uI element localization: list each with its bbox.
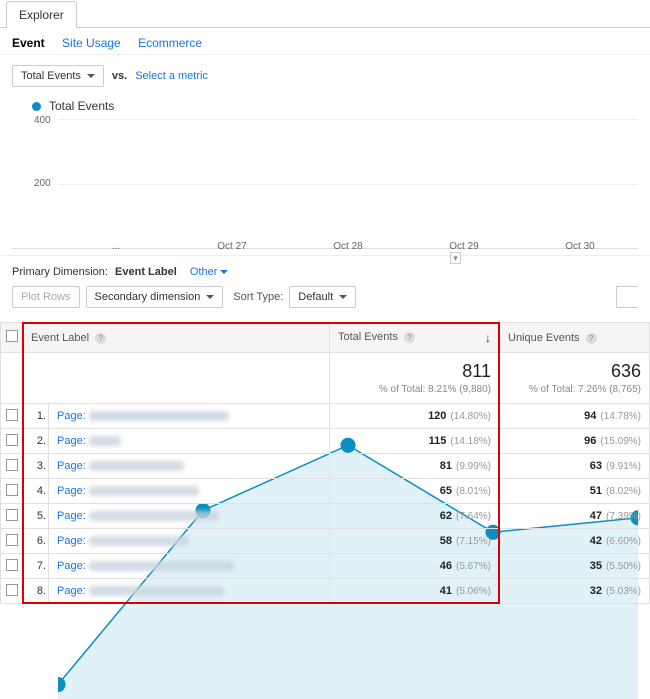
chevron-down-icon bbox=[87, 74, 95, 78]
help-icon[interactable]: ? bbox=[404, 332, 415, 343]
row-total-events: 58(7.15%) bbox=[330, 529, 500, 554]
table-row: 2. Page: 115(14.18%)96(15.09%) bbox=[1, 429, 650, 454]
row-checkbox[interactable] bbox=[1, 579, 23, 604]
row-label-cell[interactable]: Page: bbox=[49, 454, 330, 479]
total-events-sub: % of Total: 8.21% (9,880) bbox=[338, 384, 491, 395]
metric-dropdown[interactable]: Total Events bbox=[12, 65, 104, 87]
total-events-value: 811 bbox=[462, 361, 491, 381]
row-unique-events: 63(9.91%) bbox=[500, 454, 650, 479]
row-checkbox[interactable] bbox=[1, 429, 23, 454]
row-index: 6. bbox=[23, 529, 49, 554]
row-checkbox[interactable] bbox=[1, 404, 23, 429]
table-row: 7. Page: 46(5.67%)35(5.50%) bbox=[1, 554, 650, 579]
row-unique-events: 35(5.50%) bbox=[500, 554, 650, 579]
unique-events-sub: % of Total: 7.26% (8,765) bbox=[508, 384, 641, 395]
table-row: 8. Page: 41(5.06%)32(5.03%) bbox=[1, 579, 650, 604]
row-checkbox[interactable] bbox=[1, 504, 23, 529]
row-index: 7. bbox=[23, 554, 49, 579]
row-unique-events: 51(8.02%) bbox=[500, 479, 650, 504]
subtab-event[interactable]: Event bbox=[12, 36, 45, 50]
chart-xtick: Oct 30 bbox=[522, 241, 638, 252]
row-label-cell[interactable]: Page: bbox=[49, 529, 330, 554]
row-label-cell[interactable]: Page: bbox=[49, 579, 330, 604]
legend-label: Total Events bbox=[49, 99, 114, 113]
axis-marker: ▾ bbox=[450, 252, 461, 264]
select-all-checkbox[interactable] bbox=[1, 323, 23, 353]
row-total-events: 65(8.01%) bbox=[330, 479, 500, 504]
chart-xtick: Oct 27 bbox=[174, 241, 290, 252]
row-unique-events: 94(14.78%) bbox=[500, 404, 650, 429]
subtab-site-usage[interactable]: Site Usage bbox=[62, 36, 121, 50]
col-event-label[interactable]: Event Label ? bbox=[23, 323, 330, 353]
row-index: 4. bbox=[23, 479, 49, 504]
unique-events-value: 636 bbox=[611, 361, 641, 381]
table-row: 3. Page: 81(9.99%)63(9.91%) bbox=[1, 454, 650, 479]
row-index: 1. bbox=[23, 404, 49, 429]
redacted-text bbox=[89, 561, 234, 571]
data-table: Event Label ? Total Events ? ↓ Unique Ev… bbox=[0, 322, 650, 604]
page-link[interactable]: Page: bbox=[57, 410, 86, 422]
row-label-cell[interactable]: Page: bbox=[49, 504, 330, 529]
row-total-events: 120(14.80%) bbox=[330, 404, 500, 429]
row-unique-events: 42(6.60%) bbox=[500, 529, 650, 554]
page-link[interactable]: Page: bbox=[57, 435, 86, 447]
chart-xtick: ... bbox=[58, 241, 174, 252]
subtab-ecommerce[interactable]: Ecommerce bbox=[138, 36, 202, 50]
row-total-events: 46(5.67%) bbox=[330, 554, 500, 579]
table-row: 5. Page: 62(7.64%)47(7.39%) bbox=[1, 504, 650, 529]
row-total-events: 115(14.18%) bbox=[330, 429, 500, 454]
page-link[interactable]: Page: bbox=[57, 585, 86, 597]
page-link[interactable]: Page: bbox=[57, 510, 86, 522]
row-unique-events: 47(7.39%) bbox=[500, 504, 650, 529]
row-index: 8. bbox=[23, 579, 49, 604]
chart-ytick-400: 400 bbox=[34, 115, 51, 126]
row-label-cell[interactable]: Page: bbox=[49, 404, 330, 429]
tab-explorer[interactable]: Explorer bbox=[6, 1, 77, 28]
help-icon[interactable]: ? bbox=[586, 333, 597, 344]
col-total-events[interactable]: Total Events ? ↓ bbox=[330, 323, 500, 353]
chart-xtick: Oct 28 bbox=[290, 241, 406, 252]
row-unique-events: 32(5.03%) bbox=[500, 579, 650, 604]
table-row: 4. Page: 65(8.01%)51(8.02%) bbox=[1, 479, 650, 504]
row-label-cell[interactable]: Page: bbox=[49, 429, 330, 454]
help-icon[interactable]: ? bbox=[95, 333, 106, 344]
page-link[interactable]: Page: bbox=[57, 560, 86, 572]
redacted-text bbox=[89, 436, 121, 446]
chart-xtick: Oct 29 bbox=[406, 241, 522, 252]
redacted-text bbox=[89, 486, 199, 496]
sort-arrow-down-icon: ↓ bbox=[485, 331, 491, 345]
row-label-cell[interactable]: Page: bbox=[49, 479, 330, 504]
row-index: 3. bbox=[23, 454, 49, 479]
table-row: 1. Page: 120(14.80%)94(14.78%) bbox=[1, 404, 650, 429]
page-link[interactable]: Page: bbox=[57, 460, 86, 472]
legend-dot-icon bbox=[32, 102, 41, 111]
metric-dropdown-label: Total Events bbox=[21, 70, 81, 82]
page-link[interactable]: Page: bbox=[57, 535, 86, 547]
chart-xaxis: ...Oct 27Oct 28Oct 29Oct 30 bbox=[58, 241, 638, 252]
select-metric-link[interactable]: Select a metric bbox=[135, 70, 208, 82]
redacted-text bbox=[89, 586, 224, 596]
row-total-events: 41(5.06%) bbox=[330, 579, 500, 604]
row-total-events: 62(7.64%) bbox=[330, 504, 500, 529]
redacted-text bbox=[89, 536, 189, 546]
row-total-events: 81(9.99%) bbox=[330, 454, 500, 479]
chart-ytick-200: 200 bbox=[34, 178, 51, 189]
row-checkbox[interactable] bbox=[1, 529, 23, 554]
row-index: 2. bbox=[23, 429, 49, 454]
row-index: 5. bbox=[23, 504, 49, 529]
row-checkbox[interactable] bbox=[1, 454, 23, 479]
table-row: 6. Page: 58(7.15%)42(6.60%) bbox=[1, 529, 650, 554]
row-unique-events: 96(15.09%) bbox=[500, 429, 650, 454]
row-label-cell[interactable]: Page: bbox=[49, 554, 330, 579]
page-link[interactable]: Page: bbox=[57, 485, 86, 497]
redacted-text bbox=[89, 461, 184, 471]
row-checkbox[interactable] bbox=[1, 479, 23, 504]
redacted-text bbox=[89, 411, 229, 421]
row-checkbox[interactable] bbox=[1, 554, 23, 579]
chart: 400 200 ...Oct 27Oct 28Oct 29Oct 30 ▾ bbox=[12, 119, 638, 249]
vs-label: vs. bbox=[112, 70, 127, 82]
redacted-text bbox=[89, 511, 219, 521]
col-unique-events[interactable]: Unique Events ? bbox=[500, 323, 650, 353]
